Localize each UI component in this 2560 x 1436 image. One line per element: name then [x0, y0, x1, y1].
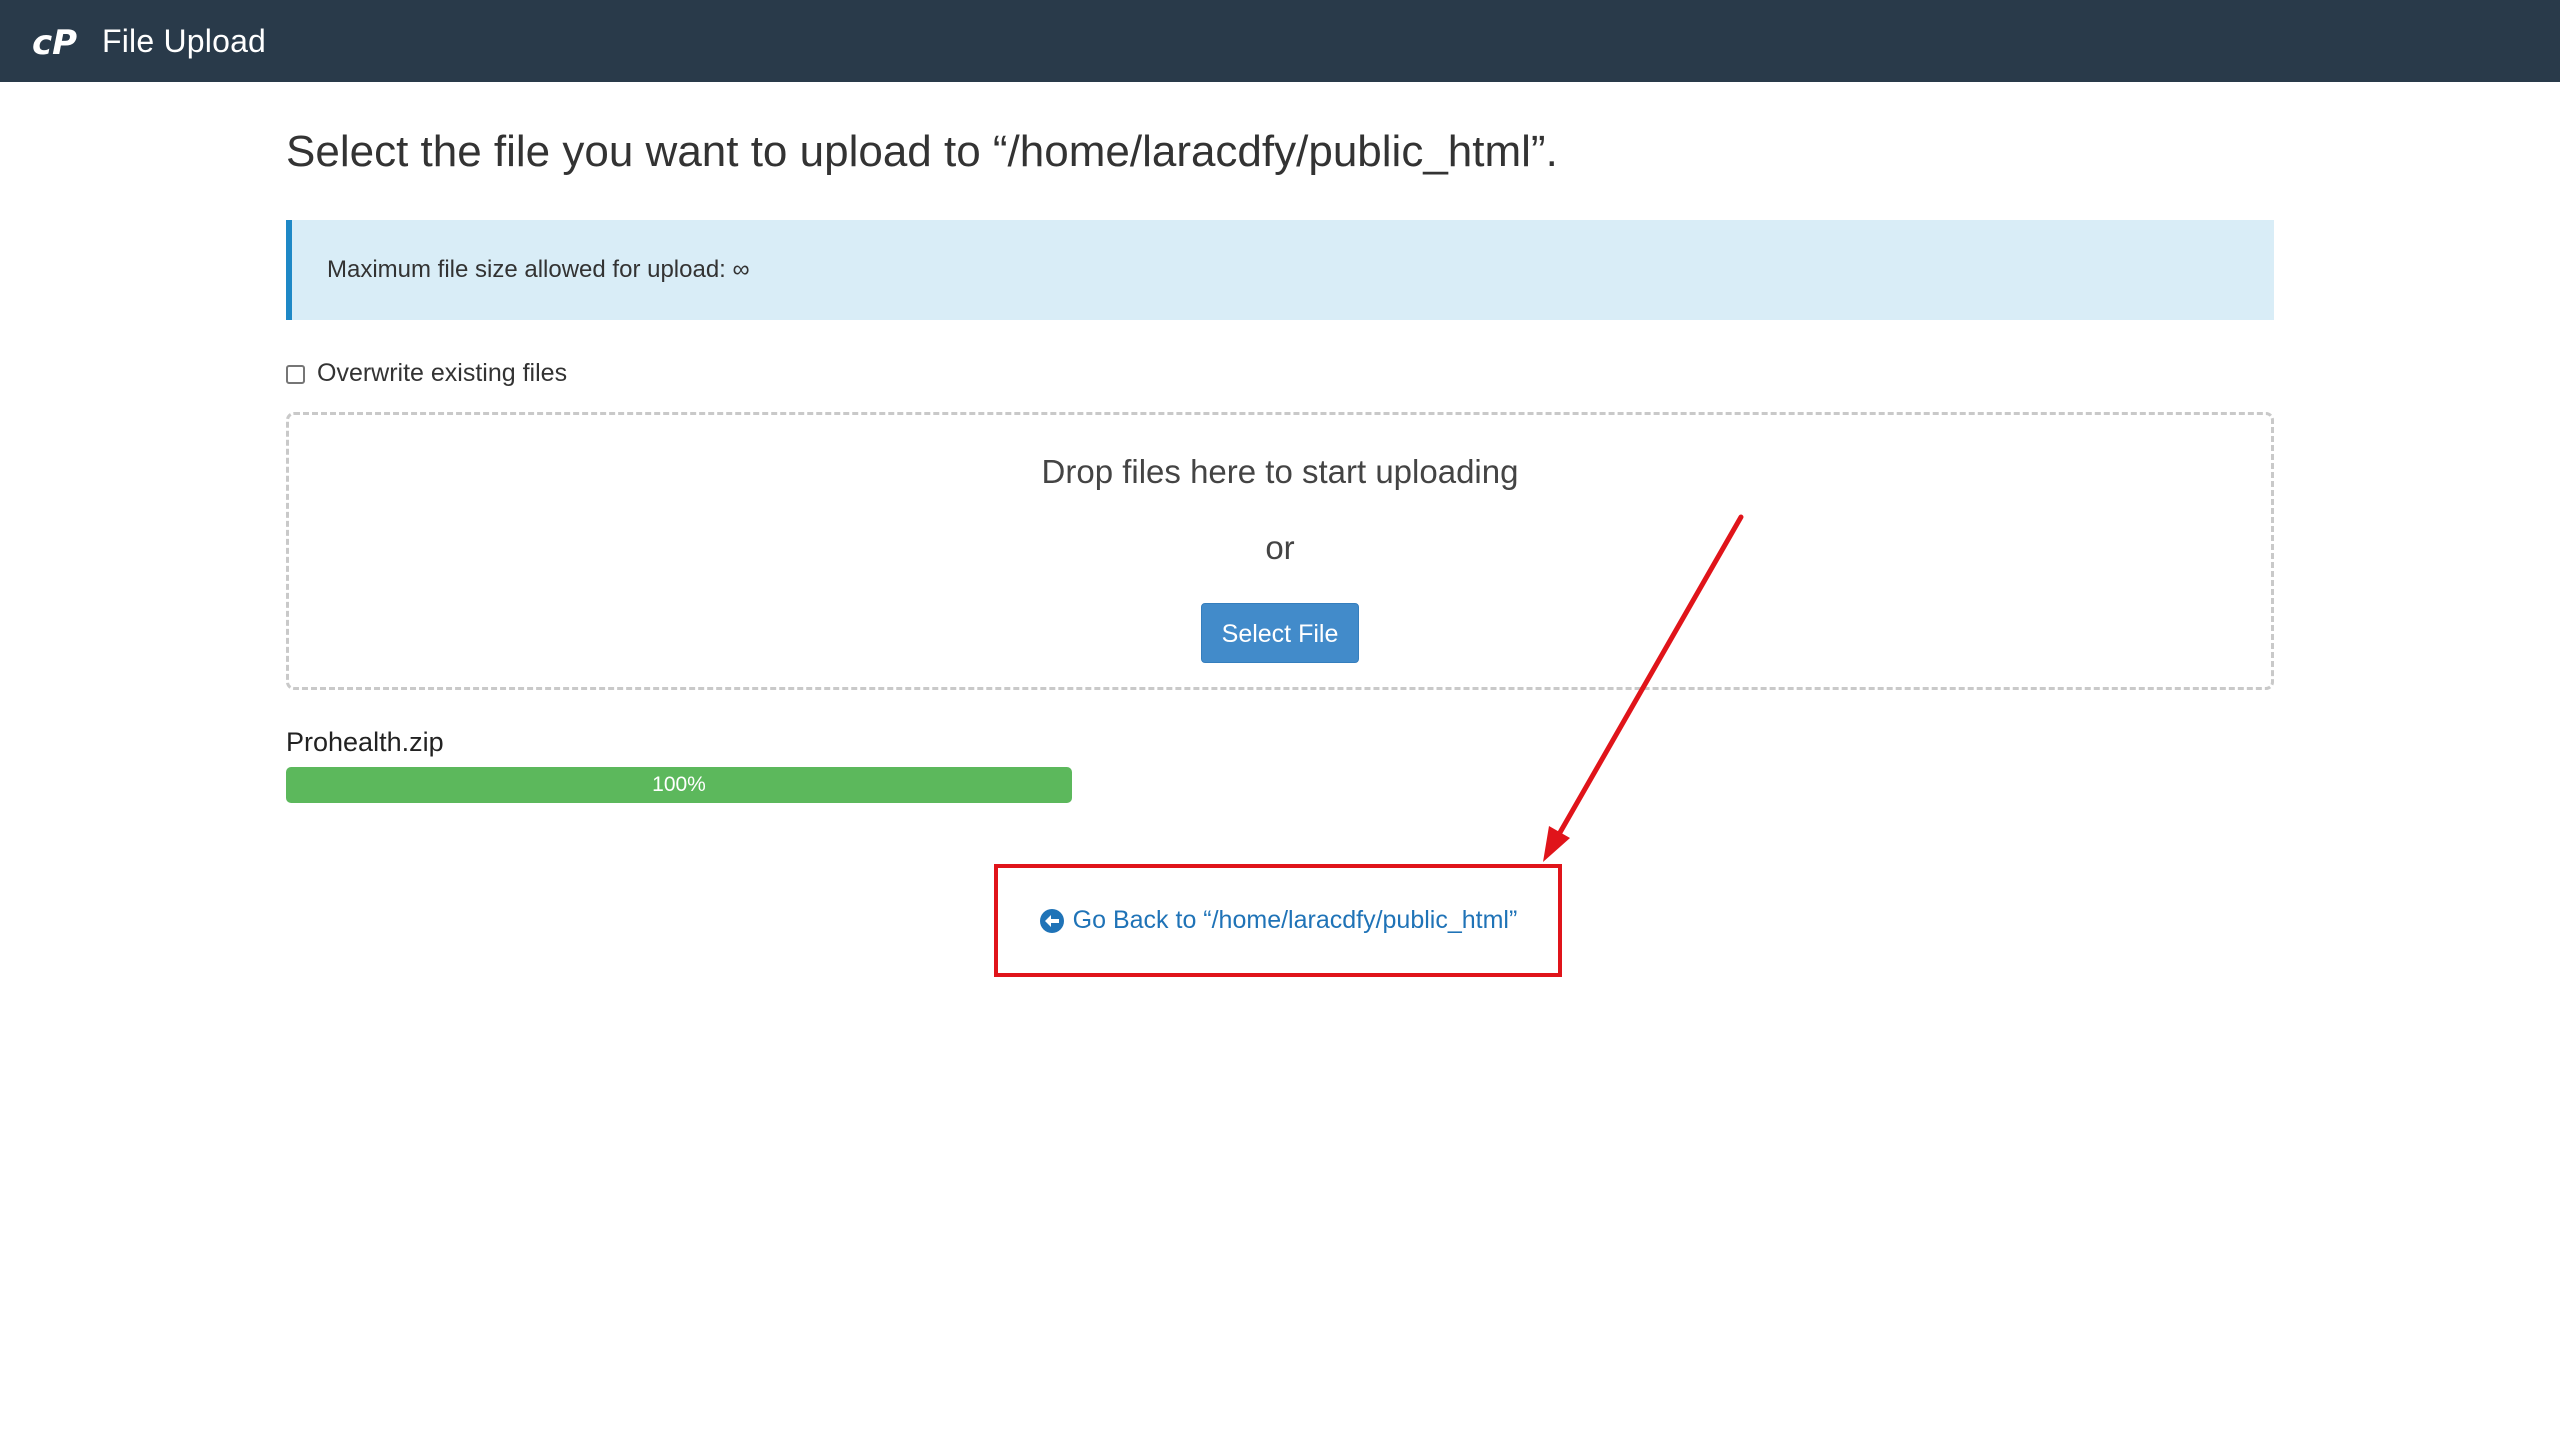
max-file-size-alert: Maximum file size allowed for upload: ∞: [286, 220, 2274, 320]
svg-text:cP: cP: [32, 23, 77, 61]
upload-progress-fill: 100%: [286, 767, 1072, 803]
go-back-label[interactable]: Go Back to “/home/laracdfy/public_html”: [1073, 906, 1518, 935]
overwrite-label[interactable]: Overwrite existing files: [317, 359, 567, 388]
dropzone-or-text: or: [1265, 529, 1295, 566]
upload-progress-bar: 100%: [286, 767, 1072, 803]
go-back-link[interactable]: Go Back to “/home/laracdfy/public_html”: [1039, 906, 1518, 935]
dropzone-text: Drop files here to start uploading: [1041, 453, 1519, 490]
overwrite-option[interactable]: Overwrite existing files: [286, 356, 2274, 390]
select-file-button[interactable]: Select File: [1201, 603, 1359, 663]
uploaded-file-name: Prohealth.zip: [286, 727, 444, 757]
file-dropzone[interactable]: Drop files here to start uploading or Se…: [286, 412, 2274, 690]
main-content: Select the file you want to upload to “/…: [286, 82, 2274, 803]
overwrite-checkbox[interactable]: [286, 365, 305, 384]
app-title: File Upload: [102, 22, 267, 59]
circle-arrow-left-icon: [1039, 908, 1065, 934]
page-title: Select the file you want to upload to “/…: [286, 127, 1558, 176]
top-header-bar: cP File Upload: [0, 0, 2560, 82]
cpanel-logo-icon[interactable]: cP: [32, 21, 88, 61]
max-file-size-text: Maximum file size allowed for upload: ∞: [327, 256, 750, 283]
go-back-highlight-box: Go Back to “/home/laracdfy/public_html”: [994, 864, 1562, 977]
